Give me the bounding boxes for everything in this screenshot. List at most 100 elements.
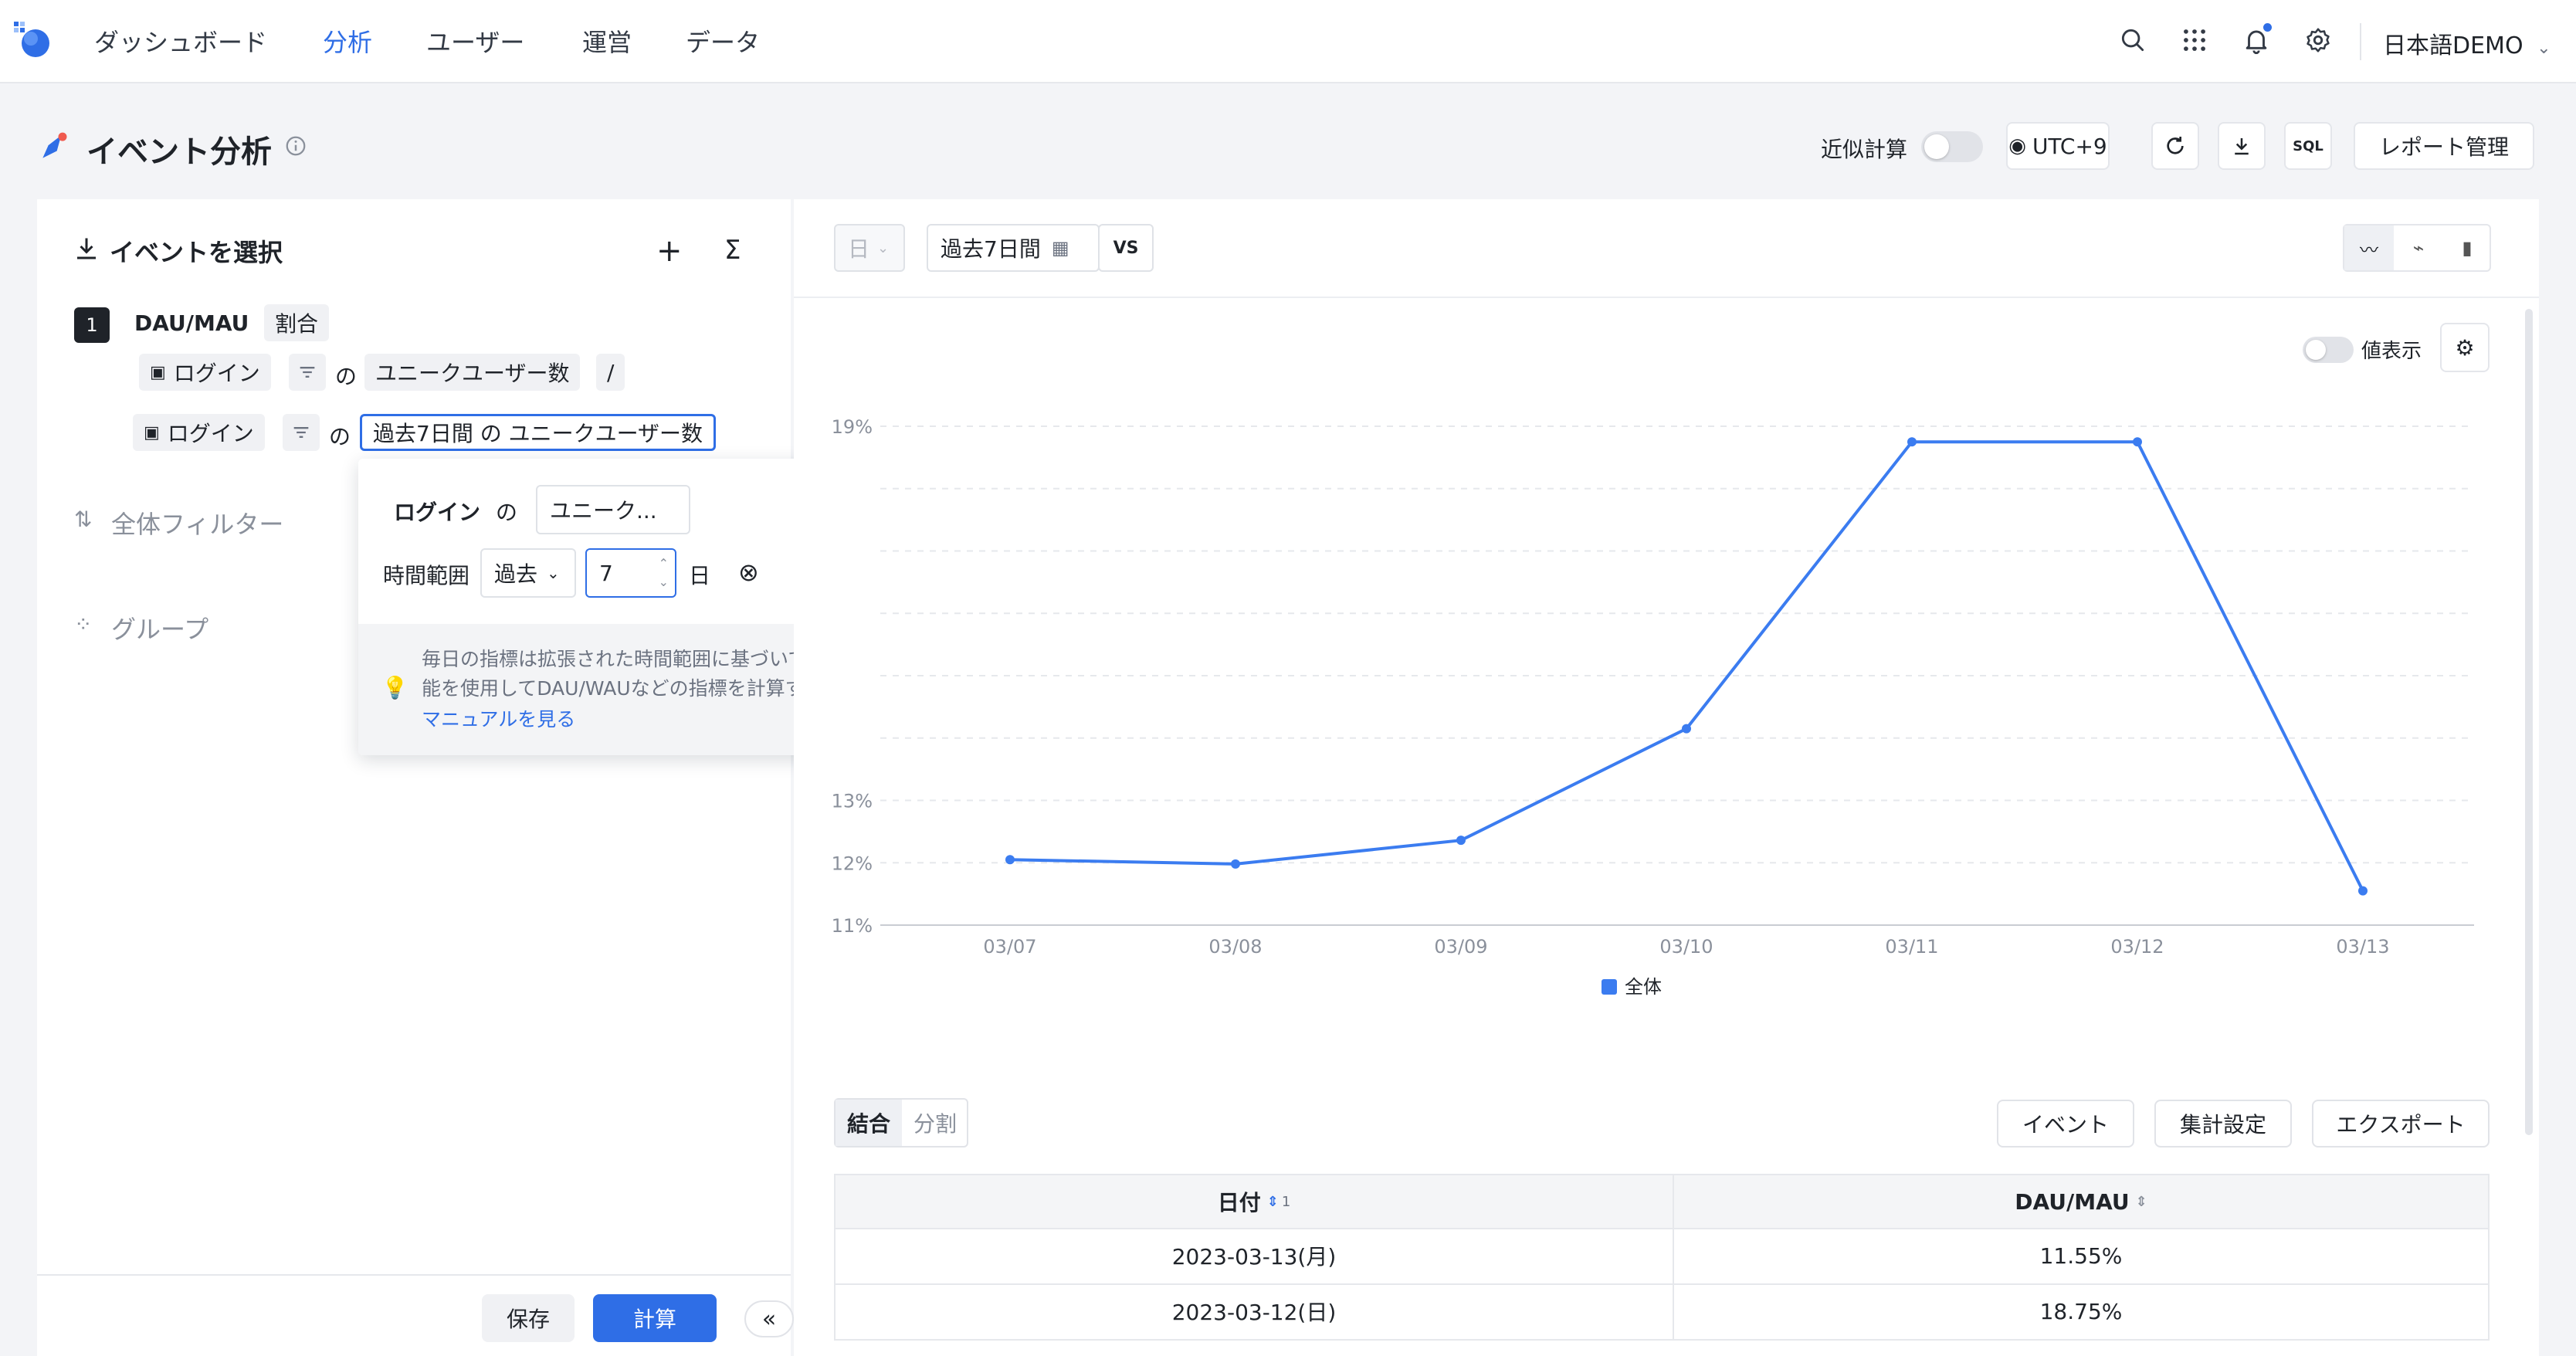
column-header-date[interactable]: 日付 ⇕ 1 [836,1175,1673,1228]
brand-logo-icon[interactable] [11,19,54,62]
y-tick-label: 19% [832,416,873,438]
compare-vs-button[interactable]: VS [1098,224,1154,272]
measure-chip-2[interactable]: 過去7日間 の ユニークユーザー数 [360,414,717,451]
group-title[interactable]: グループ [111,610,208,646]
event-icon: ▣ [144,422,160,442]
chart-settings-gear-icon[interactable]: ⚙ [2440,323,2490,372]
legend-swatch [1602,979,1617,995]
results-scrollbar[interactable] [2525,309,2533,1135]
apps-grid-icon[interactable] [2178,23,2212,57]
nav-data[interactable]: データ [686,23,760,59]
toolbar-divider [794,297,2539,298]
approx-calc-toggle[interactable] [1921,131,1983,162]
search-icon[interactable] [2116,23,2150,57]
report-manage-button[interactable]: レポート管理 [2354,122,2534,170]
legend-label: 全体 [1625,976,1662,998]
x-tick-label: 03/11 [1885,936,1938,958]
range-mode-select[interactable]: 過去 ⌄ [480,548,576,598]
metric-type-chip[interactable]: 割合 [264,304,330,341]
y-tick-label: 13% [832,791,873,812]
range-mode-value: 過去 [494,561,538,587]
column-header-dau-mau[interactable]: DAU/MAU ⇕ [1674,1175,2488,1228]
chevron-down-icon: ⌄ [877,239,890,256]
measure-chip-1[interactable]: ユニークユーザー数 [364,354,581,391]
nav-dashboard[interactable]: ダッシュボード [94,23,267,59]
add-event-icon[interactable]: + [656,233,683,269]
user-label: 日本語DEMO [2383,32,2523,59]
event-button[interactable]: イベント [1997,1100,2134,1148]
tab-combined[interactable]: 結合 [836,1100,902,1146]
notification-bell-icon[interactable] [2239,23,2273,57]
sort-icon[interactable]: ⇕ [1267,1194,1279,1210]
cell-value: 11.55% [2039,1242,2123,1269]
sort-order-badge: 1 [1281,1193,1291,1210]
save-button[interactable]: 保存 [482,1294,575,1342]
nav-users[interactable]: ユーザー [426,23,524,59]
global-filter-title[interactable]: 全体フィルター [111,505,283,541]
settings-gear-icon[interactable] [2301,23,2335,57]
table-view-tabs: 結合 分割 [834,1098,968,1148]
filter-icon[interactable] [289,354,326,391]
metric-name[interactable]: DAU/MAU [134,310,249,336]
export-button[interactable]: エクスポート [2312,1100,2490,1148]
cell-date: 2023-03-13(月) [1171,1244,1337,1270]
x-tick-label: 03/12 [2110,936,2164,958]
cell-date: 2023-03-12(日) [1171,1300,1337,1325]
user-menu[interactable]: 日本語DEMO ⌄ [2383,26,2551,60]
nav-operations[interactable]: 運営 [582,23,632,59]
x-tick-label: 03/10 [1659,936,1713,958]
granularity-select[interactable]: 日 ⌄ [834,224,905,272]
range-value: 7 [599,560,613,586]
tab-split[interactable]: 分割 [902,1100,968,1146]
range-value-stepper[interactable]: 7 ⌃ ⌄ [585,548,676,598]
calculate-button[interactable]: 計算 [593,1294,717,1342]
show-values-label: 値表示 [2361,340,2422,363]
clear-range-icon[interactable]: ⊗ [738,558,759,587]
x-tick-label: 03/08 [1208,936,1262,958]
popover-event-label: ログイン [394,500,481,525]
line-chart-icon[interactable]: 〰 [2344,225,2394,270]
date-range-picker[interactable]: 過去7日間 ▦ [927,224,1100,272]
sql-button[interactable]: SQL [2284,122,2332,170]
data-point [2358,886,2368,896]
popover-of-label: の [496,500,518,525]
area-chart-icon[interactable]: ⌁ [2394,225,2443,270]
chart-legend[interactable]: 全体 [1602,976,1662,998]
divide-operator[interactable]: / [596,354,625,391]
x-tick-label: 03/13 [2336,936,2389,958]
of-label: の [335,364,358,389]
filter-icon[interactable] [283,414,320,451]
column-dau-mau-label: DAU/MAU [2015,1188,2130,1215]
data-point [1907,437,1917,447]
notification-dot [2263,23,2272,32]
sort-icon[interactable]: ⇕ [2136,1194,2147,1210]
collapse-panel-icon[interactable]: « [744,1300,794,1337]
event-select-icon [73,235,100,263]
x-tick-label: 03/09 [1434,936,1487,958]
refresh-button[interactable] [2151,122,2199,170]
nav-analysis[interactable]: 分析 [323,23,372,59]
manual-link[interactable]: マニュアルを見る [422,704,575,732]
event-chip-1[interactable]: ▣ ログイン [139,354,271,391]
stepper-arrows-icon[interactable]: ⌃ ⌄ [659,554,669,592]
event-icon: ▣ [150,362,166,382]
event-chip-2[interactable]: ▣ ログイン [133,414,265,451]
info-icon[interactable] [284,134,307,158]
filter-sort-icon: ⇅ [74,507,93,532]
metric-index-badge: 1 [74,307,110,343]
x-tick-label: 03/07 [983,936,1036,958]
download-button[interactable] [2218,122,2266,170]
data-point [1231,859,1240,869]
popover-measure-select[interactable]: ユニーク... [536,485,690,534]
toggle-knob [1924,134,1949,159]
aggregate-settings-button[interactable]: 集計設定 [2154,1100,2292,1148]
data-point [1682,724,1691,734]
timezone-button[interactable]: ◉ UTC+9 [2006,122,2110,170]
show-values-toggle[interactable] [2303,337,2354,363]
top-navigation: ダッシュボード 分析 ユーザー 運営 データ 日本語DEMO ⌄ [0,0,2576,83]
download-icon [2235,138,2249,155]
table-row: 2023-03-13(月) 11.55% [834,1229,2490,1285]
bar-chart-icon[interactable]: ▮ [2443,225,2491,270]
formula-sigma-icon[interactable]: Σ [724,235,741,266]
chevron-down-icon: ⌄ [547,564,560,582]
